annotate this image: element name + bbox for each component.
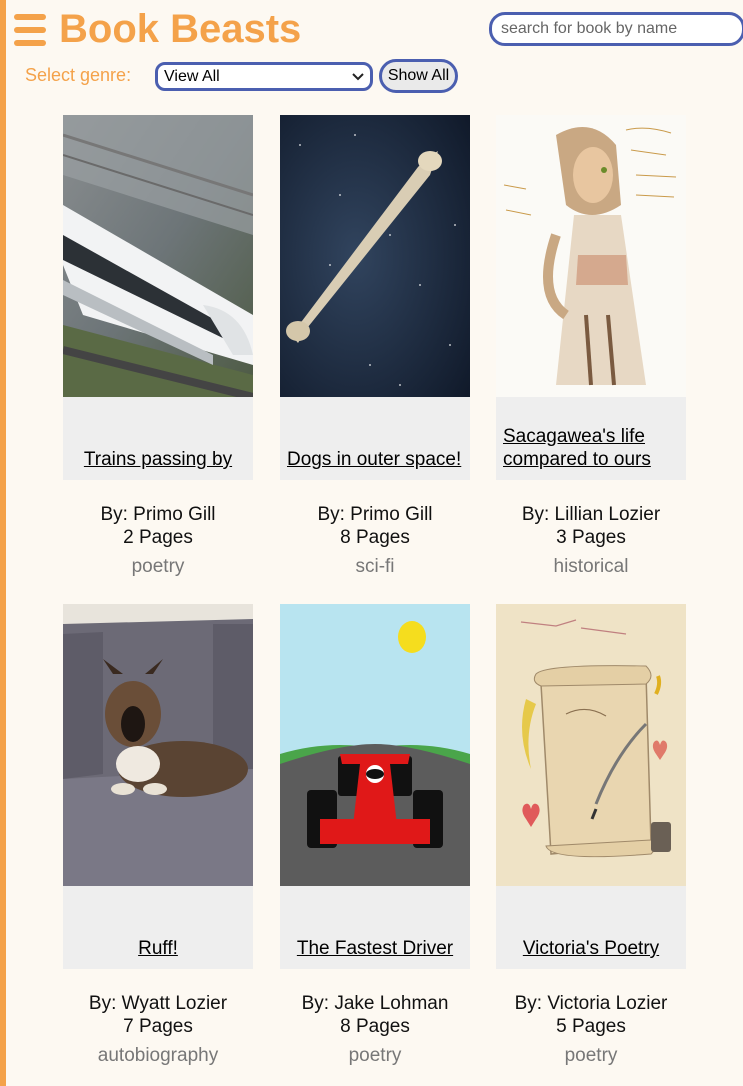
book-title-link[interactable]: Dogs in outer space! [280, 397, 470, 480]
book-cover: Sacagawea's life compared to ours [496, 115, 686, 480]
genre-select-value: View All [164, 67, 220, 85]
book-author: By: Primo Gill [100, 504, 216, 525]
genre-label: Select genre: [25, 65, 132, 85]
book-page-count: 7 Pages [123, 1016, 193, 1037]
book-title-link[interactable]: Ruff! [63, 886, 253, 969]
book-author: By: Victoria Lozier [514, 993, 668, 1014]
site-title: Book Beasts [59, 7, 302, 51]
book-cover: Trains passing by [63, 115, 253, 480]
book-page-count: 5 Pages [556, 1016, 626, 1037]
show-all-button[interactable]: Show All [379, 59, 458, 93]
book-meta: By: Jake Lohman 8 Pages poetry [280, 992, 470, 1067]
book-title-link[interactable]: Victoria's Poetry [496, 886, 686, 969]
book-genre: sci-fi [355, 556, 395, 577]
book-author: By: Lillian Lozier [521, 504, 661, 525]
book-meta: By: Primo Gill 8 Pages sci-fi [280, 503, 470, 578]
high-speed-train-photo[interactable] [63, 115, 253, 397]
book-genre: poetry [131, 556, 185, 577]
book-genre: poetry [348, 1045, 402, 1066]
book-author: By: Jake Lohman [301, 993, 449, 1014]
book-cover: Victoria's Poetry [496, 604, 686, 969]
poetry-scroll-drawing[interactable] [496, 604, 686, 886]
book-meta: By: Victoria Lozier 5 Pages poetry [496, 992, 686, 1067]
header: Book Beasts [14, 6, 743, 56]
book-genre: autobiography [97, 1045, 219, 1066]
book-page-count: 8 Pages [340, 527, 410, 548]
book-cover: The Fastest Driver [280, 604, 470, 969]
hamburger-menu-icon[interactable] [14, 14, 46, 48]
accent-side-bar [0, 0, 6, 1086]
drawing-of-sacagawea[interactable] [496, 115, 686, 397]
book-title-link[interactable]: Trains passing by [63, 397, 253, 480]
puppy-on-chair-photo[interactable] [63, 604, 253, 886]
book-genre: poetry [564, 1045, 618, 1066]
book-meta: By: Lillian Lozier 3 Pages historical [496, 503, 686, 578]
book-cover: Dogs in outer space! [280, 115, 470, 480]
book-cover: Ruff! [63, 604, 253, 969]
book-genre: historical [553, 556, 629, 577]
book-author: By: Wyatt Lozier [88, 993, 228, 1014]
genre-select[interactable]: View All [155, 62, 373, 91]
red-race-car-drawing[interactable] [280, 604, 470, 886]
book-meta: By: Wyatt Lozier 7 Pages autobiography [63, 992, 253, 1067]
bone-in-starfield-image[interactable] [280, 115, 470, 397]
book-title-link[interactable]: The Fastest Driver [280, 886, 470, 969]
chevron-down-icon [352, 70, 364, 84]
book-meta: By: Primo Gill 2 Pages poetry [63, 503, 253, 578]
book-page-count: 2 Pages [123, 527, 193, 548]
book-title-link[interactable]: Sacagawea's life compared to ours [496, 397, 686, 480]
book-page-count: 3 Pages [556, 527, 626, 548]
book-author: By: Primo Gill [317, 504, 433, 525]
search-input[interactable] [489, 12, 743, 46]
book-page-count: 8 Pages [340, 1016, 410, 1037]
